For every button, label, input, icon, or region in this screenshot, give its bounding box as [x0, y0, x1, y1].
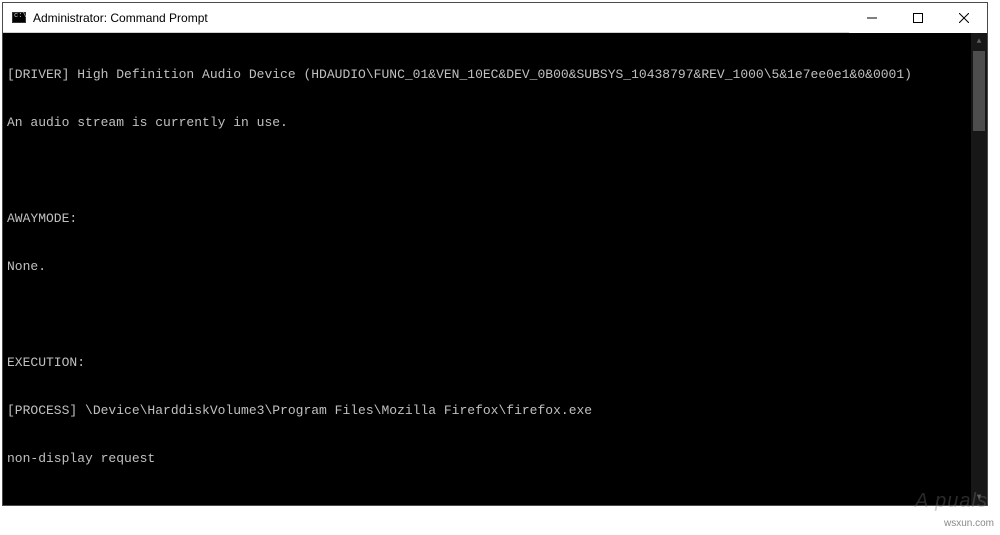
terminal-line: None. [7, 259, 983, 275]
close-icon [959, 13, 969, 23]
terminal-line: EXECUTION: [7, 355, 983, 371]
scroll-up-arrow[interactable]: ▲ [971, 33, 987, 49]
terminal-line [7, 499, 983, 505]
terminal-line: non-display request [7, 451, 983, 467]
minimize-button[interactable] [849, 3, 895, 33]
app-icon: c:\ [11, 10, 27, 26]
scroll-down-arrow[interactable]: ▼ [971, 489, 987, 505]
window-controls [849, 3, 987, 32]
close-button[interactable] [941, 3, 987, 33]
titlebar[interactable]: c:\ Administrator: Command Prompt [3, 3, 987, 33]
terminal-line: An audio stream is currently in use. [7, 115, 983, 131]
terminal-line: [DRIVER] High Definition Audio Device (H… [7, 67, 983, 83]
terminal-line [7, 163, 983, 179]
terminal-output[interactable]: [DRIVER] High Definition Audio Device (H… [3, 33, 987, 505]
terminal-line: AWAYMODE: [7, 211, 983, 227]
window-title: Administrator: Command Prompt [33, 11, 849, 25]
minimize-icon [867, 13, 877, 23]
attribution-text: wsxun.com [944, 518, 994, 529]
command-prompt-window: c:\ Administrator: Command Prompt [DRIVE… [2, 2, 988, 506]
maximize-button[interactable] [895, 3, 941, 33]
terminal-line: [PROCESS] \Device\HarddiskVolume3\Progra… [7, 403, 983, 419]
maximize-icon [913, 13, 923, 23]
terminal-line [7, 307, 983, 323]
vertical-scrollbar[interactable]: ▲ ▼ [971, 33, 987, 505]
scrollbar-thumb[interactable] [973, 51, 985, 131]
